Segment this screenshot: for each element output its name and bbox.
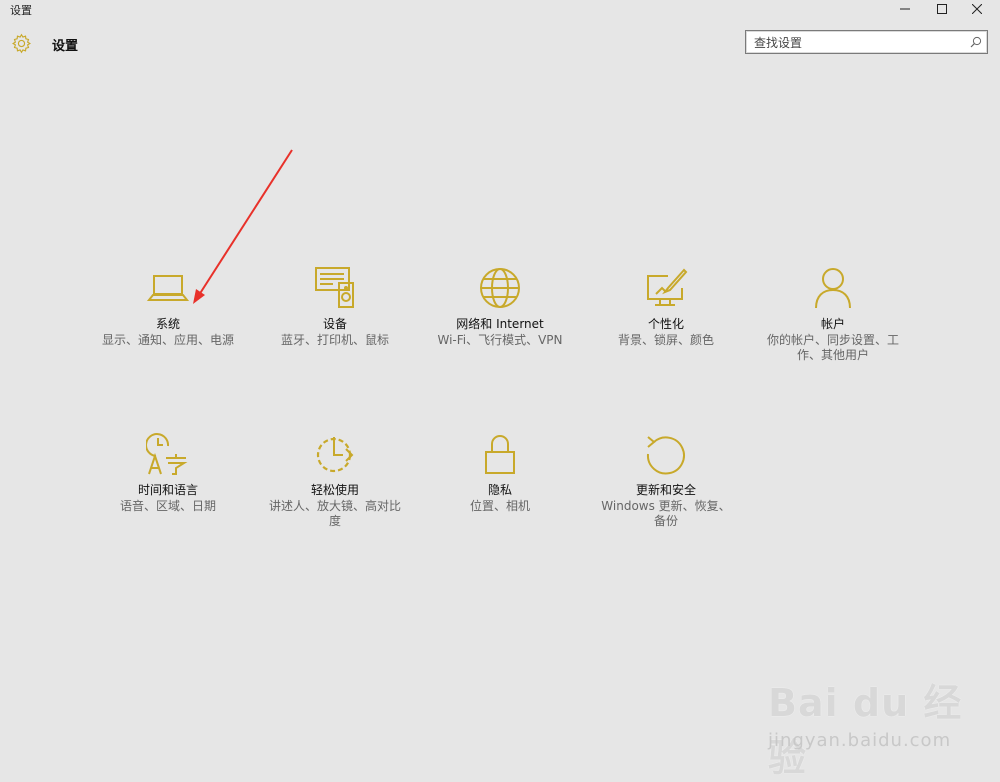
tile-devices[interactable]: 设备 蓝牙、打印机、鼠标 <box>255 266 415 348</box>
tile-label: 设备 <box>322 317 347 331</box>
tile-update-security[interactable]: 更新和安全 Windows 更新、恢复、备份 <box>586 432 746 529</box>
tile-description: 显示、通知、应用、电源 <box>101 333 234 347</box>
tile-description: 语音、区域、日期 <box>119 499 216 513</box>
minimize-button[interactable] <box>888 0 922 18</box>
tile-label: 隐私 <box>487 483 512 497</box>
search-box[interactable] <box>745 30 988 54</box>
laptop-icon <box>146 275 190 301</box>
tile-description: 位置、相机 <box>469 499 530 513</box>
tile-personalization[interactable]: 个性化 背景、锁屏、颜色 <box>586 266 746 348</box>
tile-label: 系统 <box>155 317 180 331</box>
time-language-icon <box>146 433 188 475</box>
devices-icon <box>315 267 354 308</box>
tile-description: 你的帐户、同步设置、工作、其他用户 <box>766 333 899 362</box>
tile-ease-of-access[interactable]: 轻松使用 讲述人、放大镜、高对比度 <box>255 432 415 529</box>
globe-icon <box>480 268 520 308</box>
search-input[interactable] <box>754 34 964 51</box>
tile-label: 个性化 <box>647 317 684 331</box>
tile-label: 时间和语言 <box>137 483 198 497</box>
tile-label: 更新和安全 <box>635 483 696 497</box>
gear-icon <box>12 33 31 54</box>
close-button[interactable] <box>960 0 994 18</box>
search-icon[interactable] <box>970 36 982 48</box>
tile-description: 讲述人、放大镜、高对比度 <box>268 499 401 528</box>
ease-of-access-icon <box>316 437 354 473</box>
watermark-url: jingyan.baidu.com <box>768 730 952 751</box>
tile-description: Windows 更新、恢复、备份 <box>601 499 731 528</box>
annotation-arrow <box>193 149 293 304</box>
tile-system[interactable]: 系统 显示、通知、应用、电源 <box>88 266 248 348</box>
personalization-icon <box>647 268 688 306</box>
tile-label: 网络和 Internet <box>456 317 544 331</box>
window-title: 设置 <box>10 4 32 17</box>
watermark: Bai du 经验 jingyan.baidu.com <box>768 672 998 780</box>
tile-label: 轻松使用 <box>310 483 359 497</box>
person-icon <box>815 268 851 309</box>
lock-icon <box>485 435 515 474</box>
watermark-brand: Bai du 经验 <box>768 681 963 780</box>
tile-description: 背景、锁屏、颜色 <box>617 333 714 347</box>
refresh-icon <box>646 436 685 475</box>
maximize-icon <box>937 4 947 14</box>
tile-privacy[interactable]: 隐私 位置、相机 <box>420 432 580 514</box>
maximize-button[interactable] <box>925 0 959 18</box>
tile-description: 蓝牙、打印机、鼠标 <box>280 333 389 347</box>
tile-network[interactable]: 网络和 Internet Wi-Fi、飞行模式、VPN <box>420 266 580 348</box>
close-icon <box>972 4 982 14</box>
tile-label: 帐户 <box>820 317 845 331</box>
page-title: 设置 <box>52 39 79 54</box>
tile-description: Wi-Fi、飞行模式、VPN <box>437 333 563 347</box>
tile-accounts[interactable]: 帐户 你的帐户、同步设置、工作、其他用户 <box>753 266 913 363</box>
title-bar: 设置 <box>0 0 1000 18</box>
minimize-icon <box>900 8 910 10</box>
tile-time-language[interactable]: 时间和语言 语音、区域、日期 <box>88 432 248 514</box>
